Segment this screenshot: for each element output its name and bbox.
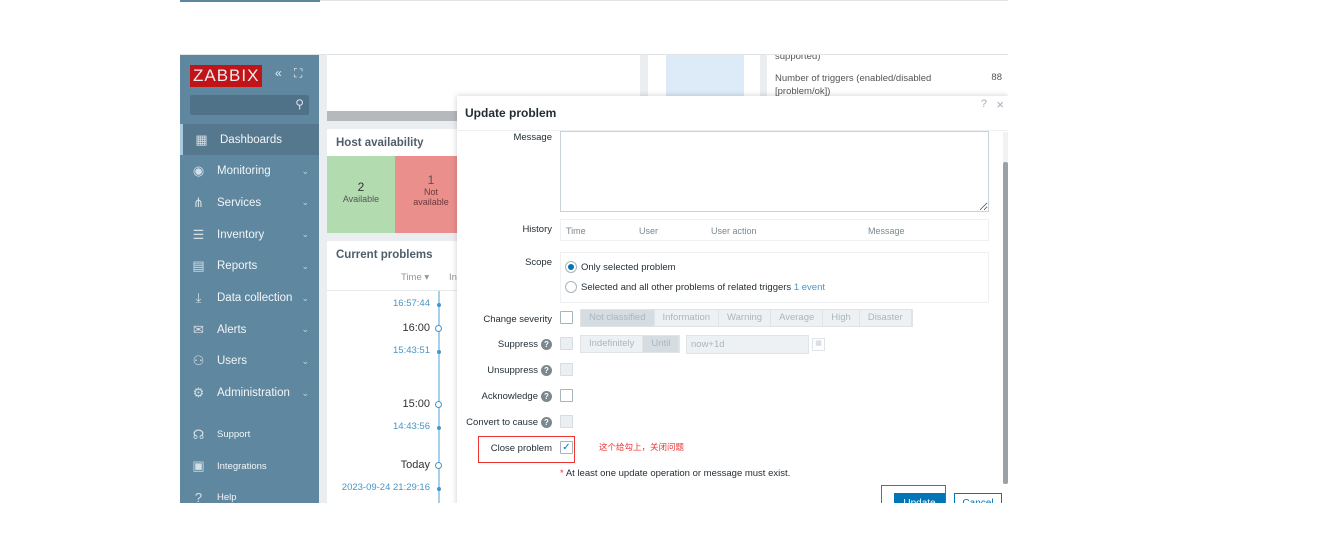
timeline-mark: 15:00 <box>327 398 467 412</box>
close-icon[interactable]: × <box>996 97 1004 112</box>
severity-option[interactable]: Disaster <box>859 310 912 326</box>
host-availability-widget: Host availability 2 Available 1 Not avai… <box>327 129 467 233</box>
scope-group: Only selected problem Selected and all o… <box>560 252 989 303</box>
help-icon: ? <box>194 490 203 503</box>
dialog-title: Update problem <box>465 106 557 120</box>
timeline-mark: Today <box>327 459 467 473</box>
problem-time-link[interactable]: 2023-09-24 21:29:16 <box>327 482 467 496</box>
severity-option[interactable]: Average <box>771 310 824 326</box>
unsuppress-checkbox[interactable] <box>560 363 573 376</box>
suppress-until-input[interactable]: now+1d <box>686 335 809 354</box>
users-icon: ⚇ <box>192 353 205 369</box>
eye-icon: ◉ <box>192 163 205 179</box>
scope-only-selected[interactable]: Only selected problem <box>565 261 676 273</box>
chevron-down-icon: ⌄ <box>301 165 309 176</box>
severity-selector[interactable]: Not classified Information Warning Average H… <box>580 309 913 327</box>
annotation-text: 这个给勾上，关闭问题 <box>599 442 685 452</box>
sidebar-item-help[interactable]: ? Help <box>180 482 319 503</box>
message-textarea[interactable] <box>560 131 989 212</box>
severity-option[interactable]: Information <box>654 310 720 326</box>
severity-option[interactable]: High <box>823 310 860 326</box>
sidebar-item-monitoring[interactable]: ◉ Monitoring ⌄ <box>180 156 319 187</box>
close-problem-checkbox[interactable]: ✓ <box>560 441 573 454</box>
dashboard: ZABBIX « ⛶ ⚲ ▦ Dashboards ◉ Monitoring ⌄ ⋔ Ser… <box>180 54 1008 503</box>
search-icon[interactable]: ⚲ <box>295 97 304 111</box>
chevron-down-icon: ⌄ <box>301 197 309 208</box>
acknowledge-checkbox[interactable] <box>560 389 573 402</box>
chevron-down-icon: ⌄ <box>301 355 309 366</box>
timeline-mark: 16:00 <box>327 322 467 336</box>
integrations-icon: ▣ <box>192 458 205 474</box>
calendar-icon[interactable]: ▦ <box>812 338 825 351</box>
sidebar-item-support[interactable]: ☊ Support <box>180 419 319 450</box>
change-severity-checkbox[interactable] <box>560 311 573 324</box>
severity-option[interactable]: Warning <box>719 310 772 326</box>
sidebar-item-services[interactable]: ⋔ Services ⌄ <box>180 187 319 218</box>
help-icon[interactable]: ? <box>541 417 552 428</box>
sidebar-item-data-collection[interactable]: ⤓ Data collection ⌄ <box>180 283 319 314</box>
chevron-down-icon: ⌄ <box>301 260 309 271</box>
sidebar-item-alerts[interactable]: ✉ Alerts ⌄ <box>180 314 319 345</box>
chevron-down-icon: ⌄ <box>301 324 309 335</box>
sidebar-item-reports[interactable]: ▤ Reports ⌄ <box>180 251 319 282</box>
hierarchy-icon: ⋔ <box>193 194 204 210</box>
zabbix-logo: ZABBIX <box>190 65 263 87</box>
headset-icon: ☊ <box>192 426 205 442</box>
envelope-icon: ✉ <box>193 321 204 337</box>
collapse-sidebar-icon[interactable]: « <box>275 66 282 80</box>
report-icon: ▤ <box>192 258 205 274</box>
chevron-down-icon: ⌄ <box>301 229 309 240</box>
available-cell[interactable]: 2 Available <box>327 156 395 233</box>
scrollbar[interactable] <box>1003 162 1008 484</box>
help-icon[interactable]: ? <box>541 391 552 402</box>
download-icon: ⤓ <box>195 290 202 305</box>
chevron-down-icon: ⌄ <box>301 387 309 398</box>
sidebar-item-dashboards[interactable]: ▦ Dashboards <box>180 124 319 155</box>
top-accent <box>180 0 320 2</box>
help-icon[interactable]: ? <box>541 339 552 350</box>
required-note: * At least one update operation or messa… <box>560 468 791 479</box>
kiosk-mode-icon[interactable]: ⛶ <box>294 66 302 81</box>
help-icon[interactable]: ? <box>541 365 552 376</box>
sidebar-item-integrations[interactable]: ▣ Integrations <box>180 451 319 482</box>
suppress-mode-selector[interactable]: Indefinitely Until <box>580 335 681 353</box>
severity-option[interactable]: Not classified <box>581 310 655 326</box>
scope-all-related[interactable]: Selected and all other problems of relat… <box>565 281 825 293</box>
chevron-down-icon: ⌄ <box>301 292 309 303</box>
gear-icon: ⚙ <box>192 385 205 401</box>
system-info-widget: supported) Number of triggers (enabled/d… <box>767 55 1008 97</box>
sidebar-item-users[interactable]: ⚇ Users ⌄ <box>180 346 319 377</box>
problem-time-link[interactable]: 15:43:51 <box>327 345 467 359</box>
convert-to-cause-checkbox[interactable] <box>560 415 573 428</box>
suppress-checkbox[interactable] <box>560 337 573 350</box>
update-button[interactable]: Update <box>894 493 945 503</box>
sidebar-item-administration[interactable]: ⚙ Administration ⌄ <box>180 378 319 409</box>
help-icon[interactable]: ? <box>981 98 987 110</box>
graph-widget-2 <box>648 55 760 96</box>
sidebar-item-inventory[interactable]: ☰ Inventory ⌄ <box>180 219 319 250</box>
dashboard-icon: ▦ <box>195 131 208 147</box>
cancel-button[interactable]: Cancel <box>954 493 1002 503</box>
update-problem-dialog: Update problem ? × Message History Time … <box>457 96 1008 503</box>
list-icon: ☰ <box>192 226 205 242</box>
search-input[interactable]: ⚲ <box>190 95 309 115</box>
history-table: Time User User action Message <box>560 219 989 241</box>
problem-time-link[interactable]: 16:57:44 <box>327 298 467 312</box>
current-problems-widget: Current problems Time ▾ In 16:57:44 16:00… <box>327 241 467 503</box>
time-column-header[interactable]: Time ▾ <box>401 272 429 283</box>
sidebar: ZABBIX « ⛶ ⚲ ▦ Dashboards ◉ Monitoring ⌄ ⋔ Ser… <box>180 55 319 503</box>
problem-time-link[interactable]: 14:43:56 <box>327 421 467 435</box>
